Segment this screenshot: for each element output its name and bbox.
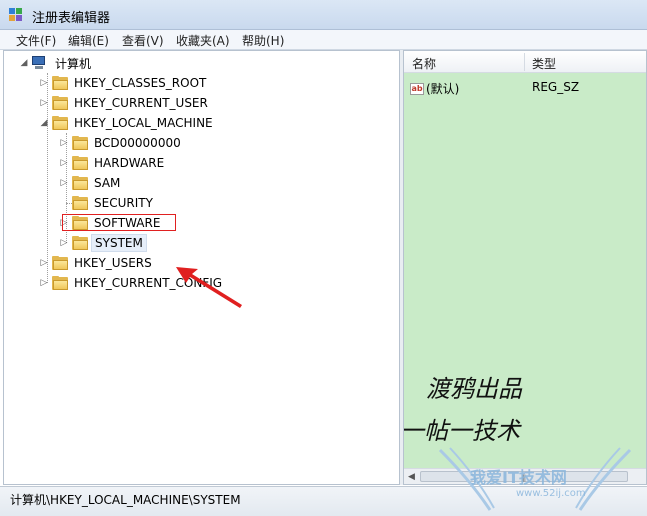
registry-tree[interactable]: ◢ 计算机 ▷ HKEY_CLASSES_ROOT ▷ HKEY_CURRENT… [3,50,400,485]
tree-node-system[interactable]: ▷ SYSTEM [58,233,147,253]
tree-node-hardware[interactable]: ▷ HARDWARE [58,153,167,173]
scroll-left-icon[interactable]: ◀ [408,472,415,482]
expand-arrow-icon[interactable]: ▷ [38,77,50,89]
folder-icon [52,76,68,90]
tree-node-label: SAM [94,176,121,190]
red-arrow-icon [176,267,242,308]
menu-favorites[interactable]: 收藏夹(A) [174,32,232,49]
value-name: (默认) [426,82,460,96]
tree-node-label: HKEY_CLASSES_ROOT [74,76,207,90]
menu-bar: 文件(F) 编辑(E) 查看(V) 收藏夹(A) 帮助(H) [0,30,647,50]
expand-arrow-icon[interactable]: ▷ [38,97,50,109]
menu-file[interactable]: 文件(F) [14,32,58,49]
menu-view[interactable]: 查看(V) [120,32,166,49]
collapse-arrow-icon[interactable]: ◢ [38,117,50,129]
tree-node-label: SECURITY [94,196,153,210]
expand-arrow-icon[interactable]: ▷ [38,257,50,269]
tree-node-label: 计算机 [55,56,92,71]
title-bar: 注册表编辑器 [0,0,647,30]
column-header-name[interactable]: 名称 [412,55,436,72]
folder-icon [72,156,88,170]
highlight-box [62,214,176,231]
list-item[interactable]: ab (默认) [410,80,459,97]
value-list[interactable]: 名称 类型 ab (默认) REG_SZ 渡鸦出品 一帖一技术 ◀ ||| [403,50,647,485]
expand-arrow-icon[interactable]: ▷ [58,177,70,189]
expand-arrow-icon[interactable]: ▷ [58,237,70,249]
tree-node-hkey-users[interactable]: ▷ HKEY_USERS [38,253,155,273]
list-header: 名称 类型 [404,51,646,73]
tree-node-hkey-current-user[interactable]: ▷ HKEY_CURRENT_USER [38,93,211,113]
folder-icon [52,276,68,290]
tree-node-sam[interactable]: ▷ SAM [58,173,123,193]
watermark-text: 我爱IT技术网 [470,468,567,487]
value-type: REG_SZ [532,80,580,94]
folder-open-icon [52,116,68,130]
tree-node-label: HKEY_LOCAL_MACHINE [74,116,213,130]
expand-arrow-icon[interactable]: ▷ [58,137,70,149]
status-path: 计算机\HKEY_LOCAL_MACHINE\SYSTEM [10,493,241,507]
tree-node-label-selected: SYSTEM [91,234,147,252]
folder-icon [72,136,88,150]
tree-node-label: BCD00000000 [94,136,181,150]
no-expander [58,197,70,209]
regedit-icon [9,8,22,21]
tree-node-hkey-classes-root[interactable]: ▷ HKEY_CLASSES_ROOT [38,73,209,93]
watermark-url: www.52ij.com [516,488,586,499]
folder-icon [52,96,68,110]
menu-help[interactable]: 帮助(H) [240,32,286,49]
menu-edit[interactable]: 编辑(E) [66,32,111,49]
computer-icon [32,56,48,70]
folder-icon [72,196,88,210]
folder-icon [72,236,88,250]
tree-node-computer[interactable]: ◢ 计算机 [18,53,94,73]
column-separator[interactable] [524,53,525,71]
tree-node-hkey-local-machine[interactable]: ◢ HKEY_LOCAL_MACHINE [38,113,216,133]
tree-node-label: HKEY_CURRENT_USER [74,96,208,110]
column-header-type[interactable]: 类型 [532,55,556,72]
folder-icon [72,176,88,190]
collapse-arrow-icon[interactable]: ◢ [18,57,30,69]
window-title: 注册表编辑器 [32,11,111,26]
folder-icon [52,256,68,270]
expand-arrow-icon[interactable]: ▷ [58,157,70,169]
annotation-line-1: 渡鸦出品 [426,375,522,403]
tree-node-label: HKEY_USERS [74,256,152,270]
watermark: 我爱IT技术网 www.52ij.com [430,440,640,516]
tree-node-security[interactable]: SECURITY [58,193,156,213]
ab-string-icon: ab [410,82,424,95]
tree-node-bcd[interactable]: ▷ BCD00000000 [58,133,184,153]
expand-arrow-icon[interactable]: ▷ [38,277,50,289]
tree-node-label: HARDWARE [94,156,165,170]
